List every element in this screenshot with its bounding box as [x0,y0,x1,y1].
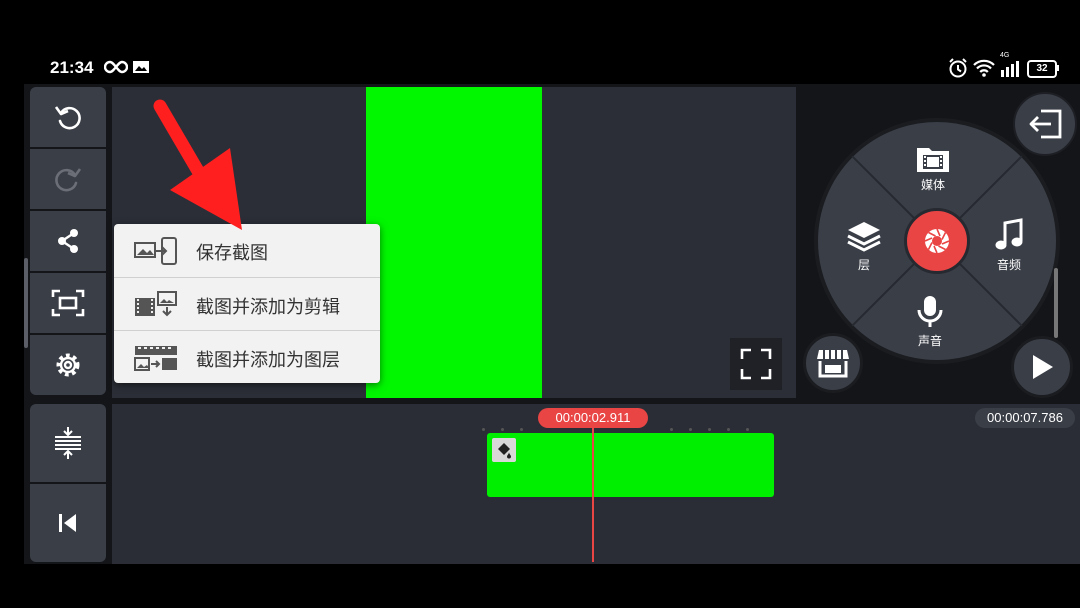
paint-bucket-icon [492,438,516,462]
record-button[interactable] [904,208,970,274]
menu-snapshot-add-clip[interactable]: 截图并添加为剪辑 [114,277,380,331]
store-icon [817,350,849,378]
film-folder-icon [917,148,949,172]
alarm-icon [949,58,967,78]
redo-icon [55,168,82,192]
menu-label-snapshot-add-layer: 截图并添加为图层 [196,350,340,371]
timeline-ticks-right [670,416,765,431]
edge-handle[interactable] [24,258,28,348]
music-note-icon [995,218,1023,250]
undo-button[interactable] [30,87,106,147]
total-time-badge: 00:00:07.786 [975,408,1075,428]
fullscreen-icon [740,348,772,380]
playhead[interactable] [592,428,594,562]
voice-button[interactable]: 声音 [915,294,945,349]
battery-level: 32 [1027,60,1057,78]
layers-icon [847,222,881,252]
exit-icon [1029,109,1062,139]
current-time-badge: 00:00:02.911 [538,408,648,428]
media-wheel: 媒体 层 音频 声音 [814,118,1060,364]
red-pointer-arrow [153,99,242,230]
network-type: 4G [1000,52,1010,59]
track-expand-button[interactable] [30,404,106,482]
share-icon [58,229,78,253]
audio-label: 音频 [996,258,1021,272]
media-button[interactable]: 媒体 [915,144,951,193]
status-bar: 21:34 4G 32 [0,52,1080,84]
snapshot-button[interactable] [30,273,106,333]
play-button[interactable] [1011,336,1073,398]
infinity-icon [104,60,128,74]
fullscreen-button[interactable] [730,338,782,390]
save-snapshot-icon [134,237,177,265]
share-button[interactable] [30,211,106,271]
status-time: 21:34 [50,58,94,77]
audio-button[interactable]: 音频 [994,218,1024,273]
menu-label-snapshot-add-clip: 截图并添加为剪辑 [196,297,340,318]
voice-label: 声音 [917,334,942,348]
menu-snapshot-add-layer[interactable]: 截图并添加为图层 [114,330,380,384]
media-label: 媒体 [920,178,945,192]
battery-icon [1057,65,1059,71]
asset-store-button[interactable] [803,333,863,393]
undo-icon [54,106,81,130]
signal-icon [1001,61,1019,77]
layer-label: 层 [857,258,870,272]
microphone-icon [917,296,943,327]
camera-shutter-icon [924,228,950,254]
timeline-ticks-left [482,416,539,431]
exit-button[interactable] [1013,92,1077,156]
wifi-icon [973,59,995,77]
play-icon [1033,355,1053,379]
redo-button[interactable] [30,149,106,209]
right-scroll-handle[interactable] [1054,268,1058,338]
gear-icon [56,353,80,377]
snapshot-add-layer-icon [134,346,177,371]
timeline-clip[interactable] [487,433,774,497]
layer-button[interactable]: 层 [846,220,882,273]
skip-start-icon [59,514,76,532]
preview-green-clip [366,87,542,398]
jump-to-start-button[interactable] [30,484,106,562]
snapshot-popup-menu: 保存截图 截图并添加为剪辑 截图并添加为图层 [114,224,380,383]
settings-button[interactable] [30,335,106,395]
track-expand-icon [55,427,81,459]
message-icon [133,61,149,73]
snapshot-icon [51,289,85,317]
snapshot-add-clip-icon [135,291,177,317]
menu-label-save-snapshot: 保存截图 [196,243,268,264]
